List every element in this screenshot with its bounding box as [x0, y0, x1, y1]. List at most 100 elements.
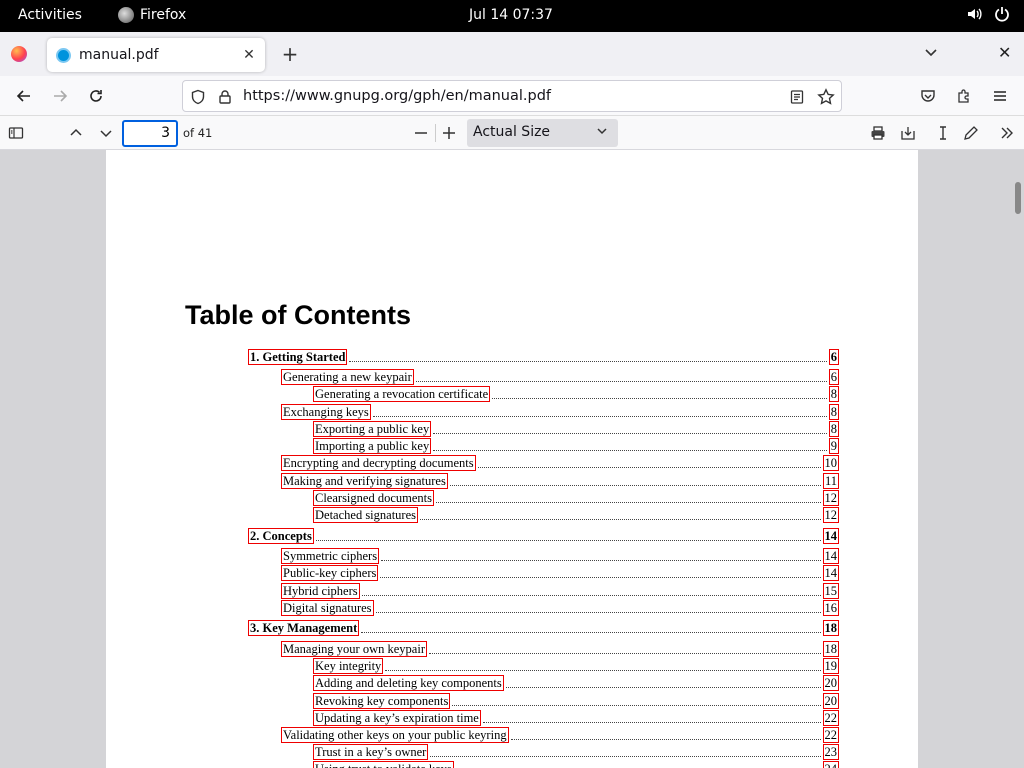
toc-entry[interactable]: Generating a revocation certificate 8	[313, 386, 839, 402]
toc-entry-label[interactable]: Using trust to validate keys	[313, 761, 454, 768]
zoom-select[interactable]: Actual Size	[467, 119, 618, 147]
forward-button[interactable]	[49, 85, 71, 107]
toc-entry[interactable]: Hybrid ciphers 15	[281, 583, 839, 599]
toc-entry-label[interactable]: Validating other keys on your public key…	[281, 727, 509, 743]
app-menu-hamburger-icon[interactable]	[989, 85, 1011, 107]
extensions-icon[interactable]	[953, 85, 975, 107]
toc-entry[interactable]: Encrypting and decrypting documents 10	[281, 455, 839, 471]
toc-entry-page[interactable]: 6	[828, 369, 839, 385]
toc-entry-label[interactable]: Revoking key components	[313, 693, 451, 709]
toc-entry-page[interactable]: 10	[822, 455, 839, 471]
system-tray[interactable]	[966, 6, 1010, 22]
toc-entry-page[interactable]: 14	[822, 548, 839, 564]
toc-entry-page[interactable]: 18	[822, 620, 839, 636]
app-menu[interactable]: Firefox	[118, 7, 186, 23]
reload-button[interactable]	[85, 85, 107, 107]
save-download-icon[interactable]	[897, 122, 919, 144]
toc-entry-page[interactable]: 24	[822, 761, 839, 768]
toc-entry-page[interactable]: 12	[822, 490, 839, 506]
toc-entry-label[interactable]: Making and verifying signatures	[281, 473, 448, 489]
toc-entry-page[interactable]: 22	[822, 710, 839, 726]
previous-page-chevron-up-icon[interactable]	[65, 122, 87, 144]
toc-entry[interactable]: Making and verifying signatures 11	[281, 473, 839, 489]
toc-entry-page[interactable]: 6	[828, 349, 839, 365]
viewer-scrollbar[interactable]	[1012, 150, 1024, 768]
reader-view-icon[interactable]	[788, 88, 806, 106]
toc-entry-page[interactable]: 8	[828, 421, 839, 437]
toc-entry-page[interactable]: 14	[822, 528, 839, 544]
toc-entry[interactable]: Exporting a public key 8	[313, 421, 839, 437]
toc-entry-page[interactable]: 8	[828, 404, 839, 420]
toc-entry[interactable]: Detached signatures 12	[313, 507, 839, 523]
toc-entry[interactable]: Generating a new keypair 6	[281, 369, 839, 385]
toc-entry[interactable]: Importing a public key 9	[313, 438, 839, 454]
new-tab-button[interactable]: +	[280, 44, 300, 64]
scrollbar-thumb[interactable]	[1015, 182, 1021, 214]
toc-entry-page[interactable]: 9	[828, 438, 839, 454]
toc-entry-label[interactable]: Exporting a public key	[313, 421, 432, 437]
toc-entry[interactable]: Adding and deleting key components 20	[313, 675, 839, 691]
toc-entry-label[interactable]: Adding and deleting key components	[313, 675, 504, 691]
toc-entry-label[interactable]: Symmetric ciphers	[281, 548, 380, 564]
toc-entry-label[interactable]: Generating a revocation certificate	[313, 386, 491, 402]
toc-entry-label[interactable]: Trust in a key’s owner	[313, 744, 429, 760]
toc-entry-label[interactable]: Key integrity	[313, 658, 384, 674]
toc-entry-page[interactable]: 11	[822, 473, 839, 489]
address-bar[interactable]: https://www.gnupg.org/gph/en/manual.pdf	[182, 80, 842, 112]
tab-close-icon[interactable]: ✕	[237, 47, 261, 63]
toc-entry-page[interactable]: 8	[828, 386, 839, 402]
toc-entry[interactable]: Digital signatures 16	[281, 600, 839, 616]
toc-entry-label[interactable]: Exchanging keys	[281, 404, 371, 420]
url-text[interactable]: https://www.gnupg.org/gph/en/manual.pdf	[243, 88, 551, 104]
sidebar-toggle-icon[interactable]	[5, 122, 27, 144]
pdf-viewer[interactable]: Table of Contents 1. Getting Started 6 Gen…	[0, 150, 1024, 768]
clock[interactable]: Jul 14 07:37	[469, 7, 553, 23]
list-all-tabs-icon[interactable]	[923, 44, 939, 64]
toc-entry-page[interactable]: 19	[822, 658, 839, 674]
toc-entry[interactable]: Revoking key components 20	[313, 693, 839, 709]
tools-overflow-icon[interactable]	[996, 122, 1018, 144]
toc-entry-page[interactable]: 18	[822, 641, 839, 657]
toc-entry-label[interactable]: 3. Key Management	[248, 620, 360, 636]
tracking-protection-shield-icon[interactable]	[189, 88, 207, 106]
tab-manual-pdf[interactable]: manual.pdf ✕	[47, 38, 265, 72]
toc-entry-label[interactable]: 2. Concepts	[248, 528, 314, 544]
toc-entry-label[interactable]: 1. Getting Started	[248, 349, 348, 365]
pocket-icon[interactable]	[917, 85, 939, 107]
toc-entry[interactable]: Updating a key’s expiration time 22	[313, 710, 839, 726]
toc-entry-label[interactable]: Managing your own keypair	[281, 641, 427, 657]
toc-entry-page[interactable]: 22	[822, 727, 839, 743]
toc-entry[interactable]: Managing your own keypair 18	[281, 641, 839, 657]
toc-entry-page[interactable]: 20	[822, 693, 839, 709]
toc-entry-page[interactable]: 23	[822, 744, 839, 760]
page-number-input[interactable]: 3	[122, 120, 178, 147]
toc-entry[interactable]: Symmetric ciphers 14	[281, 548, 839, 564]
toc-entry[interactable]: Public-key ciphers 14	[281, 565, 839, 581]
toc-entry[interactable]: Key integrity 19	[313, 658, 839, 674]
toc-entry-label[interactable]: Public-key ciphers	[281, 565, 379, 581]
toc-entry-label[interactable]: Updating a key’s expiration time	[313, 710, 481, 726]
lock-icon[interactable]	[216, 88, 234, 106]
toc-entry-page[interactable]: 14	[822, 565, 839, 581]
text-tool-cursor-icon[interactable]	[932, 122, 954, 144]
toc-entry-page[interactable]: 20	[822, 675, 839, 691]
toc-entry[interactable]: 2. Concepts 14	[248, 528, 839, 544]
toc-entry-label[interactable]: Clearsigned documents	[313, 490, 434, 506]
toc-entry-page[interactable]: 16	[822, 600, 839, 616]
zoom-out-icon[interactable]	[410, 122, 432, 144]
firefox-view-icon[interactable]	[11, 46, 27, 62]
toc-entry[interactable]: 1. Getting Started 6	[248, 349, 839, 365]
next-page-chevron-down-icon[interactable]	[95, 122, 117, 144]
toc-entry-label[interactable]: Generating a new keypair	[281, 369, 414, 385]
toc-entry-label[interactable]: Hybrid ciphers	[281, 583, 360, 599]
window-close-icon[interactable]: ✕	[998, 43, 1011, 62]
back-button[interactable]	[13, 85, 35, 107]
toc-entry[interactable]: Using trust to validate keys 24	[313, 761, 839, 768]
toc-entry-label[interactable]: Detached signatures	[313, 507, 419, 523]
toc-entry-page[interactable]: 12	[822, 507, 839, 523]
toc-entry[interactable]: Validating other keys on your public key…	[281, 727, 839, 743]
print-icon[interactable]	[867, 122, 889, 144]
toc-entry-label[interactable]: Importing a public key	[313, 438, 432, 454]
activities-button[interactable]: Activities	[18, 7, 82, 23]
toc-entry-page[interactable]: 15	[822, 583, 839, 599]
